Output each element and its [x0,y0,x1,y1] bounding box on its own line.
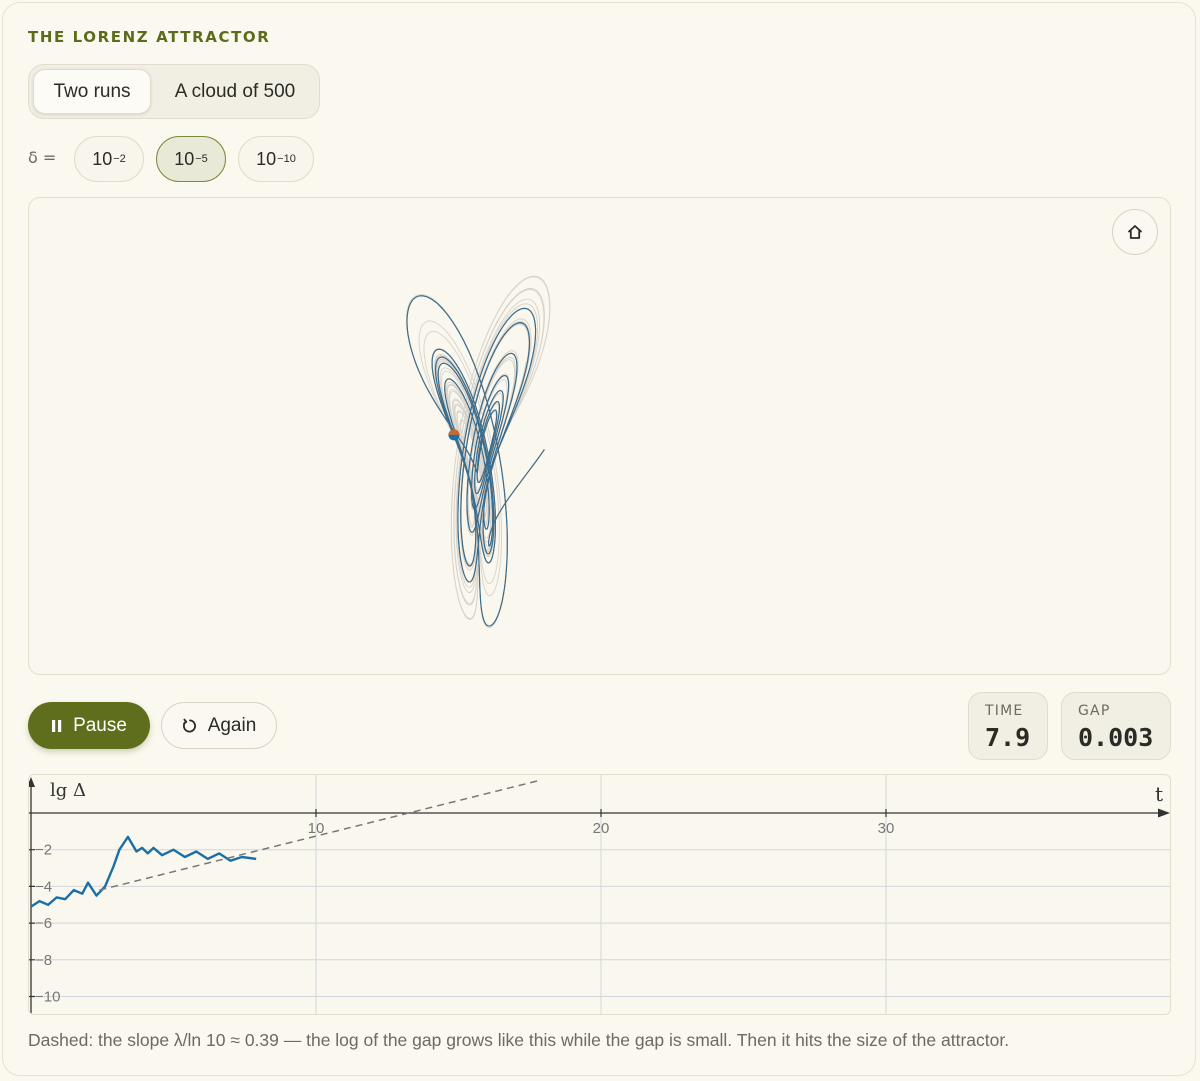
delta-option-base: 10 [92,148,113,169]
tab-two-runs[interactable]: Two runs [33,69,151,114]
y-tick-label: −10 [35,989,60,1006]
gap-value: 0.003 [1078,723,1154,752]
delta-option-base: 10 [256,148,277,169]
delta-option-base: 10 [174,148,195,169]
delta-label: δ = [28,148,57,167]
time-label: TIME [985,703,1024,719]
delta-option-exp: −5 [195,153,208,165]
pause-icon [52,719,62,732]
again-button[interactable]: Again [161,702,277,749]
pause-button[interactable]: Pause [28,702,150,749]
y-tick-label: −8 [35,952,52,969]
mode-toggle: Two runs A cloud of 500 [28,64,320,119]
chart-caption: Dashed: the slope λ/ln 10 ≈ 0.39 — the l… [28,1030,1010,1050]
gap-readout: GAP 0.003 [1061,692,1171,760]
pause-label: Pause [73,714,127,736]
delta-option-1e-5[interactable]: 10 −5 [156,136,226,182]
cloud-trajectory [405,275,551,629]
x-axis-label: t [1155,782,1163,806]
gap-log-chart: 10 20 30 −2 −4 −6 −8 −10 lg Δt [28,774,1171,1015]
delta-option-1e-2[interactable]: 10 −2 [74,136,144,182]
tab-cloud-of-500[interactable]: A cloud of 500 [155,69,315,114]
x-tick-label: 20 [593,820,610,837]
x-tick-label: 30 [878,820,895,837]
gap-label: GAP [1078,703,1111,719]
home-icon [1128,225,1142,239]
attractor-cloud [405,275,551,629]
time-readout: TIME 7.9 [968,692,1048,760]
y-tick-label: −6 [35,915,52,932]
attractor-plot [405,275,551,629]
panel-title: THE LORENZ ATTRACTOR [28,28,271,46]
reset-view-button[interactable] [1112,209,1158,255]
y-tick-label: −4 [35,878,52,895]
delta-option-1e-10[interactable]: 10 −10 [238,136,314,182]
delta-option-exp: −10 [277,153,296,165]
again-label: Again [207,714,257,736]
t-axis-arrow [1158,808,1170,818]
delta-option-exp: −2 [113,153,126,165]
lg-axis-arrow [29,777,35,787]
attractor-view[interactable] [28,197,1171,675]
y-axis-label: lg Δ [50,780,86,801]
restart-icon [182,718,196,732]
gap-log-svg: 10 20 30−2−4−6−8−10lg Δt [29,775,1170,1014]
time-value: 7.9 [985,723,1031,752]
gap-series-line [30,835,257,908]
y-tick-label: −2 [35,842,52,859]
